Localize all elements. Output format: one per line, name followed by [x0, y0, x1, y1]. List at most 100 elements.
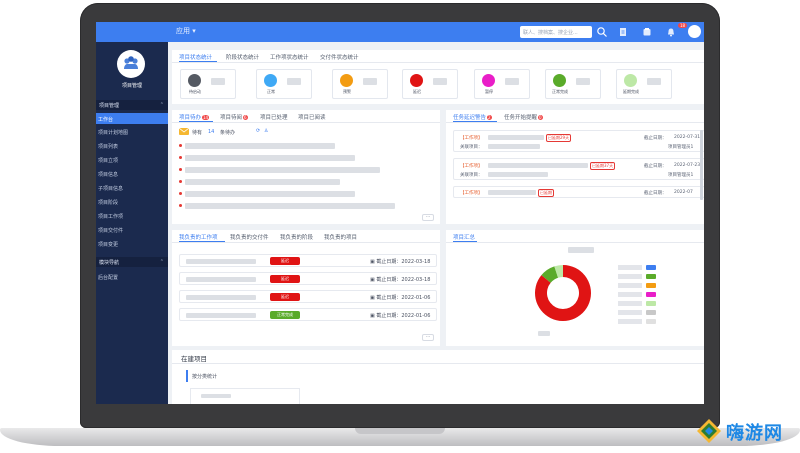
status-card-pending[interactable]: 待启动	[180, 69, 236, 99]
search-icon[interactable]	[596, 26, 608, 38]
document-icon[interactable]	[618, 27, 628, 37]
tab-project-status[interactable]: 项目状态统计	[179, 53, 212, 61]
bell-icon[interactable]	[666, 27, 676, 37]
legend-swatch[interactable]	[646, 265, 656, 270]
sidebar-item-project-stage[interactable]: 项目阶段	[96, 196, 168, 207]
tab-my-deliverables[interactable]: 我负责的交付件	[230, 233, 269, 241]
warning-task-card[interactable]: 【工作项】 已延期29天 关联项目： 截止日期： 2022-07-31 项目管理…	[453, 130, 704, 152]
sidebar-item-workbench[interactable]: 工作台	[96, 113, 168, 124]
tab-label: 项目待阅	[220, 115, 243, 121]
table-row[interactable]: 延迟 ▣ 截止日期：2022-01-06	[179, 290, 437, 303]
tab-label: 任务开始提醒	[504, 115, 538, 121]
tab-my-projects[interactable]: 我负责的项目	[324, 233, 357, 241]
avatar[interactable]	[688, 25, 701, 38]
sidebar-group-project[interactable]: 项目管理 ⌃	[96, 100, 168, 110]
legend-swatch[interactable]	[646, 283, 656, 288]
status-count	[211, 78, 225, 85]
sidebar-item-project-info[interactable]: 项目信息	[96, 168, 168, 179]
sidebar-item-plan-map[interactable]: 项目计划地图	[96, 126, 168, 137]
todo-item[interactable]	[185, 155, 355, 161]
sidebar-item-changes[interactable]: 项目变更	[96, 238, 168, 249]
status-card-warning[interactable]: 预警	[332, 69, 388, 99]
search-input[interactable]: 联人、搜档案、搜企业...	[520, 26, 592, 38]
tab-project-to-read[interactable]: 项目待阅 6	[220, 113, 248, 121]
status-label: 延期完成	[623, 89, 639, 94]
section-accent	[186, 370, 188, 382]
todo-item[interactable]	[185, 179, 340, 185]
tab-divider	[172, 242, 440, 243]
warning-task-card[interactable]: 【工作项】 已延期 截止日期： 2022-07	[453, 186, 704, 198]
tab-stage-status[interactable]: 阶段状态统计	[226, 53, 259, 61]
table-row[interactable]: 正常完成 ▣ 截止日期：2022-01-06	[179, 308, 437, 321]
tab-project-todo[interactable]: 项目待办 14	[179, 113, 210, 121]
status-card-normal[interactable]: 正常	[256, 69, 312, 99]
warning-task-card[interactable]: 【工作项】 已延期37天 关联项目： 截止日期： 2022-07-23 项目管理…	[453, 158, 704, 180]
todo-item[interactable]	[185, 143, 335, 149]
tab-divider	[446, 122, 704, 123]
status-card-paused[interactable]: 暂停	[474, 69, 530, 99]
table-row[interactable]: 延迟 ▣ 截止日期：2022-03-18	[179, 254, 437, 267]
legend-label	[618, 274, 642, 279]
tab-my-work-items[interactable]: 我负责的工作项	[179, 233, 218, 241]
row-date: 2022-01-06	[401, 313, 431, 319]
row-deadline: ▣ 截止日期：2022-03-18	[370, 258, 430, 265]
tab-badge: 14	[202, 115, 210, 120]
app-grid-icon[interactable]	[642, 27, 652, 37]
status-dot	[264, 74, 277, 87]
legend-swatch[interactable]	[646, 274, 656, 279]
status-label: 正常完成	[552, 89, 568, 94]
legend-swatch[interactable]	[646, 301, 656, 306]
sidebar-group-modules[interactable]: 模块导航 ⌃	[96, 257, 168, 267]
status-badge: 延迟	[270, 257, 300, 265]
sidebar-item-project-approval[interactable]: 项目立项	[96, 154, 168, 165]
todo-item[interactable]	[185, 167, 380, 173]
tab-work-item-status[interactable]: 工作项状态统计	[270, 53, 309, 61]
todo-bullet	[179, 204, 182, 207]
responsible-more-button[interactable]: ···	[422, 334, 434, 341]
tab-delay-warning[interactable]: 任务延迟警告 2	[453, 113, 492, 121]
sidebar-item-project-list[interactable]: 项目列表	[96, 140, 168, 151]
delay-chip: 已延期37天	[590, 162, 616, 170]
top-bar: 应用 ▾ 联人、搜档案、搜企业... 18	[96, 22, 704, 42]
app-menu[interactable]: 应用 ▾	[176, 26, 196, 36]
task-project	[488, 172, 548, 177]
chart-label	[568, 247, 594, 253]
panel-divider	[172, 363, 704, 364]
user-icon[interactable]: ♙	[264, 128, 268, 134]
sidebar-item-backend-config[interactable]: 后台配置	[96, 271, 168, 282]
legend-swatch[interactable]	[646, 292, 656, 297]
sidebar-item-subproject-info[interactable]: 子项目信息	[96, 182, 168, 193]
todo-more-button[interactable]: ···	[422, 214, 434, 221]
status-card-completed[interactable]: 正常完成	[545, 69, 601, 99]
todo-item[interactable]	[185, 203, 395, 209]
table-row[interactable]: 延迟 ▣ 截止日期：2022-03-18	[179, 272, 437, 285]
laptop-notch	[355, 428, 445, 434]
tab-project-processed[interactable]: 项目已处理	[260, 113, 288, 121]
sidebar-group-label: 模块导航	[99, 260, 120, 266]
status-card-delayed[interactable]: 延迟	[402, 69, 458, 99]
tab-my-stages[interactable]: 我负责的阶段	[280, 233, 313, 241]
sidebar-item-work-items[interactable]: 项目工作项	[96, 210, 168, 221]
sidebar-item-deliverables[interactable]: 项目交付件	[96, 224, 168, 235]
responsible-panel: 我负责的工作项 我负责的交付件 我负责的阶段 我负责的项目 延迟 ▣ 截止日期：…	[172, 230, 440, 346]
todo-item[interactable]	[185, 191, 355, 197]
category-card[interactable]	[190, 388, 300, 404]
legend-label	[618, 310, 642, 315]
status-card-late-completed[interactable]: 延期完成	[616, 69, 672, 99]
row-deadline: ▣ 截止日期：2022-01-06	[370, 294, 430, 301]
panel-title: 在建项目	[181, 355, 207, 363]
tab-start-reminder[interactable]: 任务开始提醒 0	[504, 113, 543, 121]
row-date: 2022-03-18	[401, 259, 431, 265]
status-count	[576, 78, 590, 85]
legend-swatch[interactable]	[646, 310, 656, 315]
refresh-icon[interactable]: ⟳	[256, 128, 260, 134]
todo-summary-suffix: 条待办	[220, 130, 236, 136]
scrollbar[interactable]	[700, 130, 703, 200]
tab-deliverable-status[interactable]: 交付件状态统计	[320, 53, 359, 61]
tab-project-read[interactable]: 项目已阅读	[298, 113, 326, 121]
status-count	[647, 78, 661, 85]
tab-project-summary[interactable]: 项目汇总	[453, 233, 475, 241]
category-name	[201, 394, 231, 398]
legend-swatch[interactable]	[646, 319, 656, 324]
task-deadline: 2022-07-23	[674, 163, 701, 168]
